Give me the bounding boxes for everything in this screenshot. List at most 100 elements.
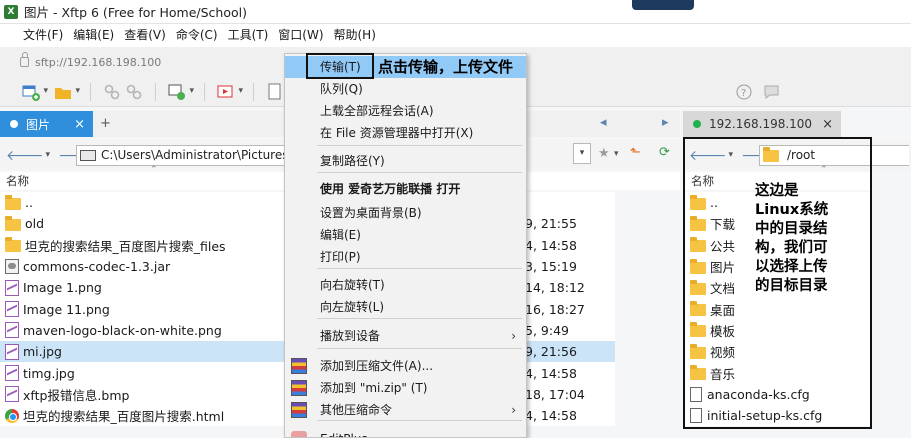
table-row[interactable]: 模板 <box>685 320 870 341</box>
image-file-icon <box>5 301 19 318</box>
menu-separator <box>317 348 522 349</box>
remote-path-input[interactable]: /root <box>759 144 909 166</box>
context-menu-item[interactable]: 编辑(E) <box>285 224 526 246</box>
file-name: 文档 <box>710 281 736 297</box>
menu-edit[interactable]: 编辑(E) <box>68 24 119 47</box>
context-menu-item[interactable]: 添加到压缩文件(A)... <box>285 355 526 377</box>
menu-item-label: 队列(Q) <box>320 82 363 96</box>
sort-arrow-icon: ⌃ <box>150 165 158 175</box>
chevron-down-icon[interactable]: ▾ <box>614 149 619 159</box>
menu-item-label: 向右旋转(T) <box>320 278 385 292</box>
file-modified-date: 9, 21:56 <box>525 344 577 360</box>
table-row[interactable]: 桌面 <box>685 298 870 319</box>
tab-label: 图片 <box>26 117 51 132</box>
menu-separator <box>317 268 522 269</box>
sync-button[interactable] <box>217 83 243 101</box>
file-name: 图片 <box>710 260 736 276</box>
back-arrow-icon[interactable]: 🡐 <box>689 147 727 164</box>
menu-item-label: 上载全部远程会话(A) <box>320 104 434 118</box>
tab-scroll-left-icon[interactable]: ◂ <box>600 115 607 130</box>
tab-scroll-right-icon[interactable]: ▸ <box>662 115 669 130</box>
context-menu-item[interactable]: 设置为桌面背景(B) <box>285 202 526 224</box>
context-menu-item[interactable]: 队列(Q) <box>285 78 526 100</box>
new-session-button[interactable] <box>22 83 48 101</box>
sort-arrow-icon: ⌃ <box>820 165 828 175</box>
link-icon <box>104 84 120 99</box>
chevron-down-icon[interactable]: ▾ <box>729 150 734 160</box>
table-row[interactable]: 音乐 <box>685 362 870 383</box>
context-menu-item[interactable]: 打印(P) <box>285 246 526 268</box>
chat-button[interactable] <box>763 83 781 101</box>
context-menu-item[interactable]: EditPlus <box>285 428 526 437</box>
transfer-callout-box <box>306 53 374 79</box>
column-header-name[interactable]: 名称 <box>6 174 29 188</box>
folder-icon <box>690 237 706 253</box>
editplus-icon <box>291 431 307 437</box>
tab-close-icon[interactable]: × <box>74 117 85 132</box>
context-menu-item[interactable]: 在 File 资源管理器中打开(X) <box>285 122 526 144</box>
table-row[interactable]: 视频 <box>685 341 870 362</box>
context-menu-item[interactable]: 添加到 "mi.zip" (T) <box>285 377 526 399</box>
table-row[interactable]: anaconda-ks.cfg <box>685 384 870 405</box>
tab-close-icon[interactable]: × <box>822 117 833 132</box>
star-icon[interactable]: ★ <box>598 146 610 161</box>
address-value[interactable]: sftp://192.168.198.100 <box>35 56 161 69</box>
chat-bubble-icon <box>764 85 779 99</box>
menu-help[interactable]: 帮助(H) <box>329 24 381 47</box>
folder-icon <box>5 237 21 253</box>
context-menu-item[interactable]: 向左旋转(L) <box>285 296 526 318</box>
menu-file[interactable]: 文件(F) <box>18 24 68 47</box>
menu-command[interactable]: 命令(C) <box>171 24 223 47</box>
document-icon <box>690 386 702 402</box>
column-header-name[interactable]: 名称 <box>691 174 714 188</box>
new-terminal-button[interactable] <box>168 83 194 101</box>
document-icon <box>690 408 702 424</box>
menu-item-label: 编辑(E) <box>320 228 361 242</box>
menu-tools[interactable]: 工具(T) <box>223 24 274 47</box>
context-menu-item[interactable]: 其他压缩命令 › <box>285 399 526 421</box>
context-menu-item[interactable]: 上载全部远程会话(A) <box>285 100 526 122</box>
help-button[interactable]: ? <box>735 83 753 101</box>
file-name: 音乐 <box>710 366 736 382</box>
chevron-down-icon[interactable]: ▾ <box>46 150 51 160</box>
context-menu-item[interactable]: 使用 爱奇艺万能联播 打开 <box>285 178 526 200</box>
file-modified-date: 14, 18:12 <box>525 280 585 296</box>
title-bar: X 图片 - Xftp 6 (Free for Home/School) <box>0 0 911 24</box>
disconnect-button[interactable] <box>125 83 143 101</box>
tab-remote-session[interactable]: 192.168.198.100 × <box>683 111 841 137</box>
toolbar-separator <box>90 82 91 101</box>
transfer-button[interactable] <box>266 83 284 101</box>
menu-window[interactable]: 窗口(W) <box>273 24 328 47</box>
play-icon <box>217 85 233 97</box>
menu-item-label: EditPlus <box>320 432 368 437</box>
image-file-icon <box>5 365 19 382</box>
folder-icon <box>690 365 706 381</box>
title-bar-widget[interactable] <box>632 0 694 10</box>
tab-status-dot <box>10 120 18 128</box>
back-arrow-icon[interactable]: 🡐 <box>6 147 44 164</box>
table-row[interactable]: initial-setup-ks.cfg <box>685 405 870 426</box>
menu-view[interactable]: 查看(V) <box>119 24 171 47</box>
refresh-icon[interactable]: ⟳ <box>659 145 670 160</box>
context-menu-item[interactable]: 播放到设备 › <box>285 325 526 347</box>
connect-button[interactable] <box>103 83 121 101</box>
tab-local-pictures[interactable]: 图片 × <box>0 111 93 137</box>
local-path-input[interactable]: C:\Users\Administrator\Pictures <box>76 144 288 166</box>
folder-icon <box>690 258 706 274</box>
chevron-down-icon[interactable]: ▾ <box>573 143 591 164</box>
file-modified-date: 4, 14:58 <box>525 237 577 253</box>
parent-folder-icon[interactable]: ⬑ <box>630 145 641 160</box>
folder-icon <box>690 215 706 231</box>
unlink-icon <box>126 84 142 99</box>
file-modified-date: 9, 21:55 <box>525 216 577 232</box>
add-tab-icon[interactable]: + <box>100 116 111 131</box>
file-name: initial-setup-ks.cfg <box>707 408 823 424</box>
toolbar-separator <box>204 82 205 101</box>
context-menu-item[interactable]: 向右旋转(T) <box>285 274 526 296</box>
open-folder-button[interactable] <box>54 83 80 101</box>
file-modified-date: 4, 14:58 <box>525 365 577 381</box>
menu-separator <box>317 145 522 146</box>
image-file-icon <box>5 343 19 360</box>
context-menu-item[interactable]: 复制路径(Y) <box>285 150 526 172</box>
new-session-icon <box>22 85 40 101</box>
